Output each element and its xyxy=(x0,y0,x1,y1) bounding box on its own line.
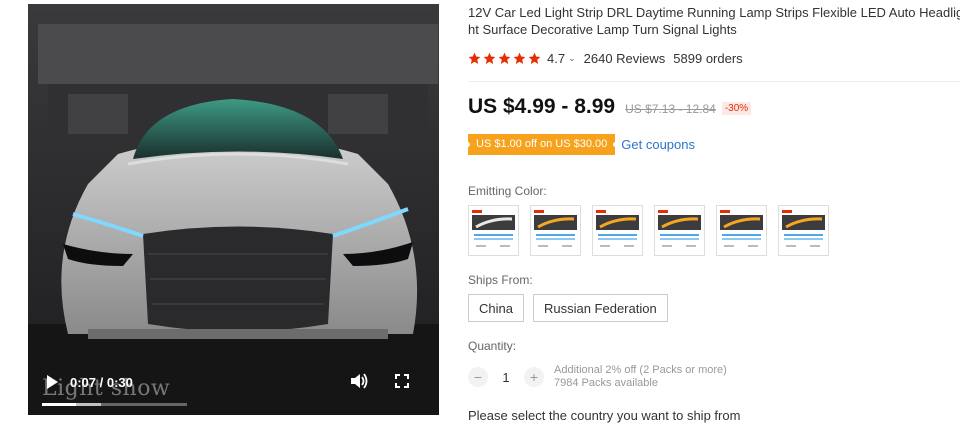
color-option[interactable] xyxy=(592,205,643,256)
star-icon xyxy=(528,52,541,64)
orders-count: 5899 orders xyxy=(673,50,743,66)
decrease-quantity-button[interactable]: − xyxy=(468,367,488,387)
price-row: US $4.99 - 8.99 US $7.13 - 12.84 -30% xyxy=(468,95,752,119)
product-title: 12V Car Led Light Strip DRL Daytime Runn… xyxy=(468,4,960,38)
star-icon xyxy=(468,52,481,64)
quantity-info: Additional 2% off (2 Packs or more) 7984… xyxy=(554,364,727,390)
emitting-color-label: Emitting Color: xyxy=(468,184,547,198)
star-icon xyxy=(483,52,496,64)
blue-amber-strip-thumbnail xyxy=(534,210,577,247)
product-title-line2: ht Surface Decorative Lamp Turn Signal L… xyxy=(468,22,737,37)
ship-option-china[interactable]: China xyxy=(468,294,524,322)
seek-played xyxy=(42,403,76,406)
additional-discount-text: Additional 2% off (2 Packs or more) xyxy=(554,364,727,376)
ship-country-note: Please select the country you want to sh… xyxy=(468,408,741,423)
discount-badge: -30% xyxy=(721,102,752,115)
color-option[interactable] xyxy=(468,205,519,256)
chevron-down-icon[interactable]: ⌄ xyxy=(568,53,576,64)
quantity-value[interactable]: 1 xyxy=(494,370,518,385)
volume-icon[interactable] xyxy=(350,372,368,390)
ships-from-options: China Russian Federation xyxy=(468,294,668,322)
quantity-stepper: − 1 + Additional 2% off (2 Packs or more… xyxy=(468,364,727,390)
product-video-player[interactable]: Light show 0:07 / 0:30 xyxy=(28,4,439,415)
ships-from-label: Ships From: xyxy=(468,273,533,287)
color-option[interactable] xyxy=(530,205,581,256)
price: US $4.99 - 8.99 xyxy=(468,95,616,118)
ship-option-russian-federation[interactable]: Russian Federation xyxy=(532,294,668,322)
quantity-label: Quantity: xyxy=(468,339,517,353)
play-icon[interactable] xyxy=(44,374,60,390)
color-option[interactable] xyxy=(716,205,767,256)
rating-value[interactable]: 4.7 xyxy=(547,51,565,66)
reviews-link[interactable]: 2640 Reviews xyxy=(584,51,666,66)
get-coupons-link[interactable]: Get coupons xyxy=(621,137,695,152)
color-option[interactable] xyxy=(778,205,829,256)
coupon-row: US $1.00 off on US $30.00 Get coupons xyxy=(464,134,695,155)
product-title-line1: 12V Car Led Light Strip DRL Daytime Runn… xyxy=(468,5,960,20)
fullscreen-icon[interactable] xyxy=(395,374,409,388)
ice-blue-strip-thumbnail xyxy=(658,210,701,247)
white-amber-strip-thumbnail xyxy=(720,210,763,247)
original-price: US $7.13 - 12.84 xyxy=(625,102,716,116)
rating-stars xyxy=(468,52,541,65)
video-controls: 0:07 / 0:30 xyxy=(28,353,439,415)
stock-available-text: 7984 Packs available xyxy=(554,377,658,389)
video-seek-bar[interactable] xyxy=(42,403,187,406)
rating-row: 4.7 ⌄ 2640 Reviews 5899 orders xyxy=(468,49,743,67)
star-icon xyxy=(513,52,526,64)
color-option[interactable] xyxy=(654,205,705,256)
star-icon xyxy=(498,52,511,64)
blue-amber-strip-thumbnail xyxy=(782,210,825,247)
white-amber-strip-thumbnail xyxy=(596,210,639,247)
white-strip-thumbnail xyxy=(472,210,515,247)
coupon-badge[interactable]: US $1.00 off on US $30.00 xyxy=(464,134,619,155)
color-options xyxy=(468,205,829,256)
divider xyxy=(468,81,960,82)
video-time: 0:07 / 0:30 xyxy=(70,375,133,390)
increase-quantity-button[interactable]: + xyxy=(524,367,544,387)
